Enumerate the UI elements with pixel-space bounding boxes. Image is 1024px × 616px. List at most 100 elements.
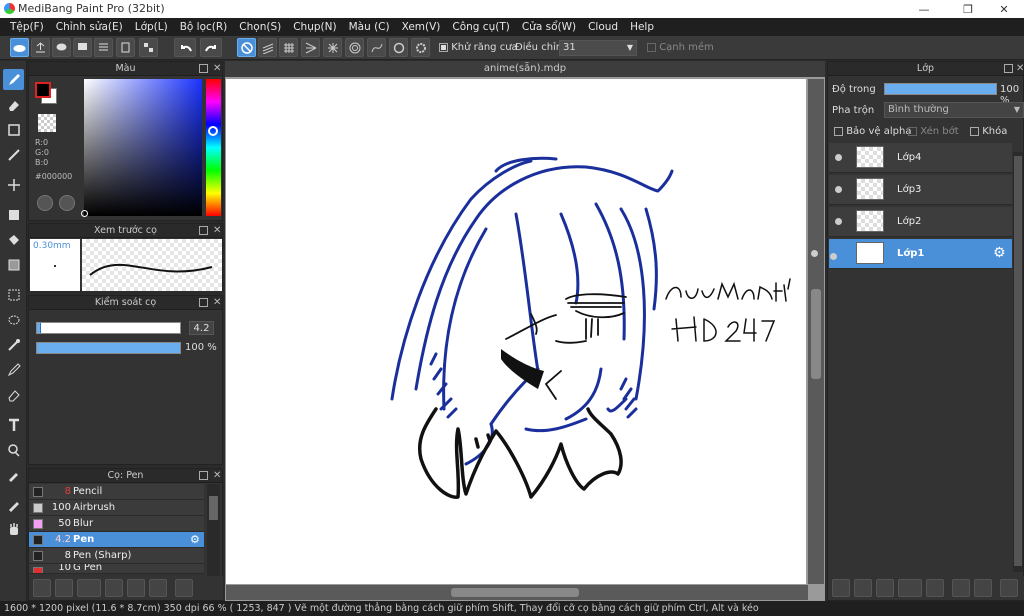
trash-icon[interactable] [1000, 579, 1018, 597]
gear-icon[interactable]: ⚙ [993, 245, 1006, 261]
popout-icon[interactable] [199, 298, 208, 307]
radial-snap-icon[interactable] [323, 38, 342, 57]
brush-item[interactable]: 8 Pencil [29, 484, 204, 500]
visibility-icon[interactable] [811, 250, 818, 257]
popout-icon[interactable] [199, 471, 208, 480]
merge-layer-icon[interactable] [974, 579, 992, 597]
brush-list-scroll-thumb[interactable] [209, 496, 218, 520]
clipping-toggle[interactable]: Xén bớt [908, 126, 959, 137]
horizontal-scrollbar[interactable] [226, 585, 808, 600]
close-icon[interactable]: ✕ [213, 224, 221, 238]
antialias-checkbox[interactable] [439, 42, 448, 52]
eraser-tool-icon[interactable] [3, 94, 24, 115]
curve-snap-icon[interactable] [367, 38, 386, 57]
concentric-snap-icon[interactable] [345, 38, 364, 57]
document-icon[interactable] [116, 38, 135, 57]
adjust-dropdown[interactable]: 31 ▼ [559, 40, 637, 56]
brush-item[interactable]: 100 Airbrush [29, 500, 204, 516]
redo-button[interactable] [200, 38, 222, 57]
grid-layout-icon[interactable] [139, 38, 158, 57]
layer-row-selected[interactable]: Lớp1 ⚙ [811, 239, 1012, 269]
popout-icon[interactable] [199, 226, 208, 235]
close-icon[interactable]: ✕ [213, 296, 221, 310]
menu-snap[interactable]: Chụp(N) [287, 21, 342, 33]
clipping-checkbox[interactable] [908, 126, 917, 136]
color-settings-icon[interactable] [59, 195, 75, 211]
color-saturation-field[interactable] [84, 79, 202, 216]
lock-checkbox[interactable] [970, 126, 979, 136]
new-layer-8bit-icon[interactable] [854, 579, 872, 597]
color-picker-cursor[interactable] [81, 210, 88, 217]
layers-scroll-thumb[interactable] [1014, 156, 1022, 566]
eyedropper-icon[interactable] [3, 464, 24, 485]
menu-filter[interactable]: Bộ lọc(R) [174, 21, 234, 33]
layer-row[interactable]: Lớp2 [829, 207, 1012, 237]
folder-icon[interactable] [127, 579, 145, 597]
visibility-icon[interactable] [830, 253, 837, 260]
hand-tool-icon[interactable] [3, 519, 24, 540]
layer-row[interactable]: Lớp3 [829, 175, 1012, 205]
blend-mode-dropdown[interactable]: Bình thường ▼ [884, 102, 1024, 118]
visibility-icon[interactable] [835, 186, 842, 193]
brush-item[interactable]: 50 Blur [29, 516, 204, 532]
lock-toggle[interactable]: Khóa [970, 126, 1007, 137]
soft-edge-toggle[interactable]: Cạnh mềm [647, 42, 714, 53]
menu-tools[interactable]: Công cụ(T) [446, 21, 515, 33]
menu-edit[interactable]: Chỉnh sửa(E) [50, 21, 129, 33]
menu-cloud[interactable]: Cloud [582, 21, 624, 33]
undo-button[interactable] [174, 38, 196, 57]
chat-icon[interactable] [73, 38, 92, 57]
add-brush-menu-icon[interactable] [77, 579, 101, 597]
menu-view[interactable]: Xem(V) [396, 21, 447, 33]
close-button[interactable]: ✕ [984, 0, 1024, 18]
brush-opacity-slider[interactable] [36, 342, 181, 354]
layer-opacity-slider[interactable] [884, 83, 997, 95]
vertical-scrollbar[interactable] [808, 79, 824, 584]
layer-row[interactable]: Lớp4 [829, 143, 1012, 173]
frame-pen-icon[interactable] [3, 494, 24, 515]
minimize-button[interactable]: — [904, 0, 944, 18]
select-eraser-icon[interactable] [3, 384, 24, 405]
no-snap-icon[interactable] [237, 38, 256, 57]
new-layer-1bit-icon[interactable] [876, 579, 894, 597]
settings-icon[interactable] [411, 38, 430, 57]
crisscross-snap-icon[interactable] [279, 38, 298, 57]
protect-alpha-checkbox[interactable] [834, 126, 843, 136]
new-brush-icon[interactable] [55, 579, 73, 597]
menu-file[interactable]: Tệp(F) [4, 21, 50, 33]
gradient-tool-icon[interactable] [3, 254, 24, 275]
list-icon[interactable] [94, 38, 113, 57]
add-layer-menu-icon[interactable] [898, 579, 922, 597]
popout-icon[interactable] [1004, 64, 1013, 73]
close-icon[interactable]: ✕ [213, 62, 221, 76]
close-icon[interactable]: ✕ [1016, 62, 1024, 76]
duplicate-layer-icon[interactable] [952, 579, 970, 597]
menu-help[interactable]: Help [624, 21, 660, 33]
vanishing-point-icon[interactable] [301, 38, 320, 57]
protect-alpha-toggle[interactable]: Bảo vệ alpha [834, 126, 911, 137]
gear-icon[interactable]: ⚙ [190, 533, 200, 546]
layers-scrollbar[interactable] [1013, 152, 1023, 572]
magic-wand-icon[interactable] [3, 334, 24, 355]
bucket-tool-icon[interactable] [3, 229, 24, 250]
maximize-button[interactable]: ❐ [948, 0, 988, 18]
rectangle-tool-icon[interactable] [3, 119, 24, 140]
vertical-scroll-thumb[interactable] [811, 289, 821, 379]
palette-icon[interactable] [37, 195, 53, 211]
antialias-toggle[interactable]: Khử răng cưa [439, 42, 518, 53]
brush-list-scrollbar[interactable] [207, 484, 220, 577]
brush-size-slider[interactable] [36, 322, 181, 334]
popout-icon[interactable] [199, 64, 208, 73]
drawing-canvas[interactable] [226, 79, 806, 584]
duplicate-icon[interactable] [149, 579, 167, 597]
fill-rect-tool-icon[interactable] [3, 204, 24, 225]
document-tab[interactable]: anime(sẵn).mdp [225, 61, 825, 77]
close-icon[interactable]: ✕ [213, 469, 221, 483]
visibility-icon[interactable] [835, 154, 842, 161]
line-tool-icon[interactable] [3, 144, 24, 165]
cloud-icon[interactable] [10, 38, 29, 57]
hue-slider[interactable] [206, 79, 221, 216]
comment-icon[interactable] [52, 38, 71, 57]
brush-tool-icon[interactable] [3, 69, 24, 90]
hue-slider-handle[interactable] [208, 126, 218, 136]
